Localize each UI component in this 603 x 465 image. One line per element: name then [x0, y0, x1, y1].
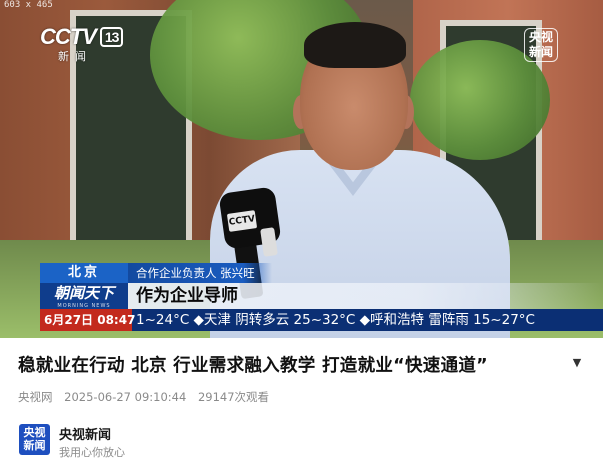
channel-slogan: 我用心你放心 — [59, 446, 125, 459]
ticker-date: 6月27日 08:47 — [40, 309, 135, 331]
program-logo: 朝闻天下 MORNING NEWS — [40, 283, 128, 309]
video-source[interactable]: 央视网 — [18, 390, 53, 404]
ticker-text: 1~24°C ◆天津 阴转多云 25~32°C ◆呼和浩特 雷阵雨 15~27°… — [136, 312, 535, 328]
cctv-logo-brand: CCTV — [40, 24, 97, 49]
lower-third-headline: 作为企业导师 — [128, 283, 603, 309]
channel-name[interactable]: 央视新闻 — [59, 424, 111, 443]
lower-third-role: 合作企业负责人 张兴旺 — [128, 263, 272, 283]
cctv-logo-number: 13 — [99, 27, 124, 47]
video-meta: 央视网 2025-06-27 09:10:44 29147次观看 — [18, 389, 277, 405]
cctv-news-badge: 央视 新闻 — [524, 28, 558, 62]
cctv-logo-subtitle: 新闻 — [58, 50, 92, 63]
badge-line1: 央视 — [528, 30, 553, 44]
cctv-logo: CCTV 13 新闻 — [40, 24, 124, 64]
program-name: 朝闻天下 — [53, 284, 114, 302]
video-views: 29147次观看 — [197, 390, 270, 404]
video-title: 稳就业在行动 北京 行业需求融入教学 打造就业“快速通道” — [18, 356, 488, 376]
chevron-down-icon[interactable]: ▼ — [571, 357, 583, 369]
microphone-logo: CCTV — [226, 210, 258, 232]
channel-avatar-line1: 央视 — [23, 426, 46, 439]
badge-line2: 新闻 — [528, 45, 553, 59]
lower-third-city: 北京 — [40, 263, 128, 283]
video-datetime: 2025-06-27 09:10:44 — [64, 390, 187, 404]
news-ticker: 6月27日 08:47 1~24°C ◆天津 阴转多云 25~32°C ◆呼和浩… — [40, 309, 603, 331]
channel-avatar-line2: 新闻 — [23, 439, 46, 452]
video-player[interactable]: CCTV 603 x 465 CCTV 13 新闻 央视 新闻 北京 合作企业负责… — [0, 0, 603, 338]
interviewee-hair — [304, 22, 406, 68]
size-tag: 603 x 465 — [4, 0, 53, 10]
channel-avatar[interactable]: 央视 新闻 — [19, 424, 50, 455]
